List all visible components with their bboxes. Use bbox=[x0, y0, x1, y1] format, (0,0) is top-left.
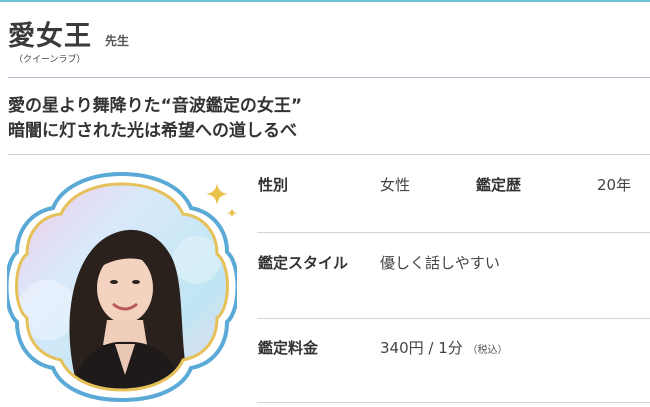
teller-name-reading: （クイーンラブ） bbox=[14, 55, 86, 65]
catchphrase-line-2: 暗闇に灯された光は希望への道しるべ bbox=[8, 121, 297, 141]
teller-name: 愛女王 bbox=[8, 21, 92, 52]
style-label: 鑑定スタイル bbox=[258, 254, 349, 272]
gender-value: 女性 bbox=[380, 176, 411, 194]
fee-value: 340円 / 1分 （税込） bbox=[380, 337, 508, 358]
detail-divider-1 bbox=[257, 232, 650, 233]
experience-label: 鑑定歴 bbox=[476, 176, 522, 194]
catchphrase-line-1: 愛の星より舞降りた“音波鑑定の女王” bbox=[8, 96, 303, 116]
sparkle-icon bbox=[206, 183, 228, 205]
catchphrase: 愛の星より舞降りた“音波鑑定の女王” 暗闇に灯された光は希望への道しるべ bbox=[8, 94, 302, 144]
fee-label: 鑑定料金 bbox=[258, 339, 319, 357]
fee-tax-note: （税込） bbox=[467, 345, 508, 356]
fee-amount: 340円 / 1分 bbox=[380, 339, 463, 357]
detail-divider-3 bbox=[257, 402, 650, 403]
experience-value: 20年 bbox=[597, 176, 632, 194]
gender-label: 性別 bbox=[258, 176, 289, 194]
sparkle-small-icon bbox=[227, 208, 237, 218]
style-value: 優しく話しやすい bbox=[380, 254, 500, 272]
teller-portrait bbox=[7, 171, 237, 402]
top-accent-rule bbox=[0, 0, 650, 2]
fortune-teller-profile: 愛女王 先生 （クイーンラブ） 愛の星より舞降りた“音波鑑定の女王” 暗闇に灯さ… bbox=[0, 0, 650, 407]
catchphrase-divider bbox=[8, 154, 650, 155]
header-divider bbox=[8, 77, 650, 78]
detail-divider-2 bbox=[257, 318, 650, 319]
teller-honorific: 先生 bbox=[105, 34, 130, 48]
